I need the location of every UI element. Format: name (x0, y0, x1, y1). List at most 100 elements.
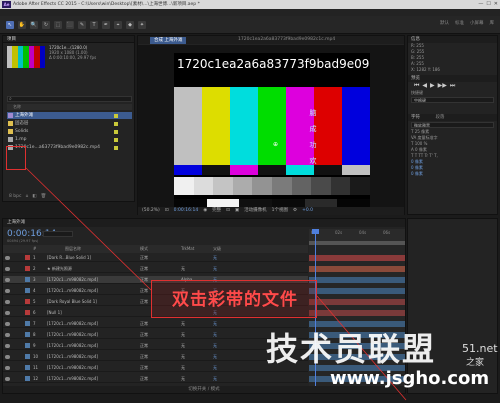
visibility-eye-icon[interactable] (5, 344, 10, 348)
play-icon[interactable]: ▶ (430, 82, 435, 90)
camera-tool-icon[interactable]: ⬚ (54, 20, 62, 29)
layer-blend-mode[interactable]: 正常 (140, 254, 148, 262)
layer-name[interactable]: [Null 1] (47, 309, 62, 317)
layer-blend-mode[interactable]: 正常 (140, 265, 148, 273)
trash-icon[interactable]: 🗑 (41, 194, 47, 201)
visibility-eye-icon[interactable] (5, 267, 10, 271)
layer-label-color[interactable] (25, 365, 30, 370)
layer-name[interactable]: [1720c1...m98082c.mp4] (47, 276, 98, 284)
layer-label-color[interactable] (25, 277, 30, 282)
layer-parent[interactable]: 无 (213, 320, 217, 328)
label-color-swatch[interactable] (114, 130, 118, 134)
anchor-point-icon[interactable]: ⊕ (273, 141, 278, 148)
timeline-layer-row[interactable]: 8 [1720c1...m98082c.mp4] 正常 无 无 (3, 331, 308, 339)
composition-viewport[interactable]: 1720c1ea2a6a83773f9bad9e098 脑成功欢 ⊕ (138, 45, 404, 207)
col-trkmat[interactable]: TrkMat (181, 245, 194, 253)
view-layout-dropdown[interactable]: 1个视图 (272, 207, 288, 215)
character-tab[interactable]: 字符 (411, 115, 420, 120)
layer-name[interactable]: [1720c1...m98082c.mp4] (47, 320, 98, 328)
layer-blend-mode[interactable]: 正常 (140, 375, 148, 383)
eraser-tool-icon[interactable]: ◆ (126, 20, 134, 29)
layer-label-color[interactable] (25, 354, 30, 359)
layer-blend-mode[interactable]: 正常 (140, 276, 148, 284)
paragraph-tab[interactable]: 段落 (435, 115, 444, 120)
rotate-tool-icon[interactable]: ↻ (42, 20, 50, 29)
layer-parent[interactable]: 无 (213, 342, 217, 350)
layer-parent[interactable]: 无 (213, 331, 217, 339)
layer-trkmat[interactable]: 无 (181, 331, 185, 339)
project-tab[interactable]: 项目 (7, 37, 16, 42)
workspace-small[interactable]: 小屏幕 (470, 20, 484, 26)
workspace-library[interactable]: 库 (490, 20, 495, 26)
work-area-bar[interactable] (309, 241, 405, 245)
close-button[interactable]: ✕ (494, 1, 498, 8)
layer-parent[interactable]: 无 (213, 364, 217, 372)
project-list-item[interactable]: 固态层 (7, 120, 132, 127)
visibility-eye-icon[interactable] (5, 377, 10, 381)
transparency-grid-icon[interactable]: ▣ (235, 207, 239, 215)
layer-duration-bar[interactable] (309, 299, 405, 305)
visibility-eye-icon[interactable] (5, 311, 10, 315)
zoom-level[interactable]: (50.2%) (142, 207, 160, 215)
project-list-item[interactable]: Solids (7, 128, 132, 135)
layer-name[interactable]: [1720c1...m98082c.mp4] (47, 364, 98, 372)
label-color-swatch[interactable] (114, 146, 118, 150)
layer-label-color[interactable] (25, 343, 30, 348)
puppet-tool-icon[interactable]: ✦ (138, 20, 146, 29)
layer-name[interactable]: [1720c1...m98082c.mp4] (47, 331, 98, 339)
visibility-eye-icon[interactable] (5, 333, 10, 337)
font-family-dropdown[interactable]: 微软雅黑 (411, 122, 494, 128)
timeline-layer-row[interactable]: 2 ★ 新建光照源 正常 无 无 (3, 265, 308, 273)
layer-parent[interactable]: 无 (213, 254, 217, 262)
layer-duration-bar[interactable] (309, 266, 405, 272)
grid-toggle-icon[interactable]: ⊡ (165, 207, 169, 215)
zoom-tool-icon[interactable]: 🔍 (30, 20, 38, 29)
visibility-eye-icon[interactable] (5, 366, 10, 370)
layer-trkmat[interactable]: 无 (181, 375, 185, 383)
timeline-layer-row[interactable]: 11 [1720c1...m98082c.mp4] 正常 无 无 (3, 364, 308, 372)
layer-duration-bar[interactable] (309, 288, 405, 294)
layer-trkmat[interactable]: 无 (181, 320, 185, 328)
exposure-value[interactable]: +0.0 (302, 207, 313, 215)
clone-tool-icon[interactable]: ⌖ (114, 20, 122, 29)
timeline-layer-row[interactable]: 1 [Dark R...Blue Solid 1] 正常 无 (3, 254, 308, 262)
bit-depth-button[interactable]: 8 bpc (9, 194, 21, 201)
tab-footage[interactable]: 1720c1ea2a6a83773f9bad9e0982c1c.mp4 (238, 36, 335, 44)
timeline-tab[interactable]: 上海外滩 (3, 219, 405, 227)
label-color-swatch[interactable] (114, 114, 118, 118)
project-search-input[interactable]: ⌕ (7, 96, 132, 102)
layer-trkmat[interactable]: 无 (181, 353, 185, 361)
last-frame-icon[interactable]: ⏭ (450, 82, 455, 90)
timeline-layer-row[interactable]: 10 [1720c1...m98082c.mp4] 正常 无 无 (3, 353, 308, 361)
project-list-item[interactable]: 1.mp (7, 136, 132, 143)
layer-blend-mode[interactable]: 正常 (140, 342, 148, 350)
layer-name[interactable]: [Dark R...Blue Solid 1] (47, 254, 91, 262)
layer-name[interactable]: [1720c1...m98082c.mp4] (47, 375, 98, 383)
rectangle-tool-icon[interactable]: ⬛ (66, 20, 74, 29)
first-frame-icon[interactable]: ⏮ (414, 82, 419, 90)
layer-label-color[interactable] (25, 299, 30, 304)
snapshot-icon[interactable]: ◉ (203, 207, 207, 215)
layer-label-color[interactable] (25, 255, 30, 260)
layer-blend-mode[interactable]: 正常 (140, 287, 148, 295)
workspace-standard[interactable]: 标准 (455, 20, 464, 26)
brush-tool-icon[interactable]: ✒ (102, 20, 110, 29)
layer-label-color[interactable] (25, 310, 30, 315)
next-frame-icon[interactable]: ▶▶ (438, 82, 447, 90)
layer-duration-bar[interactable] (309, 310, 405, 316)
layer-label-color[interactable] (25, 288, 30, 293)
label-color-swatch[interactable] (114, 122, 118, 126)
new-comp-icon[interactable]: ◧ (32, 194, 36, 201)
project-list-header[interactable]: 名称 (7, 104, 132, 110)
tab-composition-active[interactable]: 合成 上海外滩 (150, 37, 187, 44)
minimize-button[interactable]: — (478, 1, 483, 8)
region-icon[interactable]: ⊡ (226, 207, 230, 215)
visibility-eye-icon[interactable] (5, 278, 10, 282)
layer-parent[interactable]: 无 (213, 375, 217, 383)
timeline-layer-row[interactable]: 7 [1720c1...m98082c.mp4] 正常 无 无 (3, 320, 308, 328)
pen-tool-icon[interactable]: ✎ (78, 20, 86, 29)
layer-blend-mode[interactable]: 正常 (140, 298, 148, 306)
visibility-eye-icon[interactable] (5, 355, 10, 359)
timeline-search-input[interactable] (43, 231, 73, 237)
layer-duration-bar[interactable] (309, 321, 405, 327)
